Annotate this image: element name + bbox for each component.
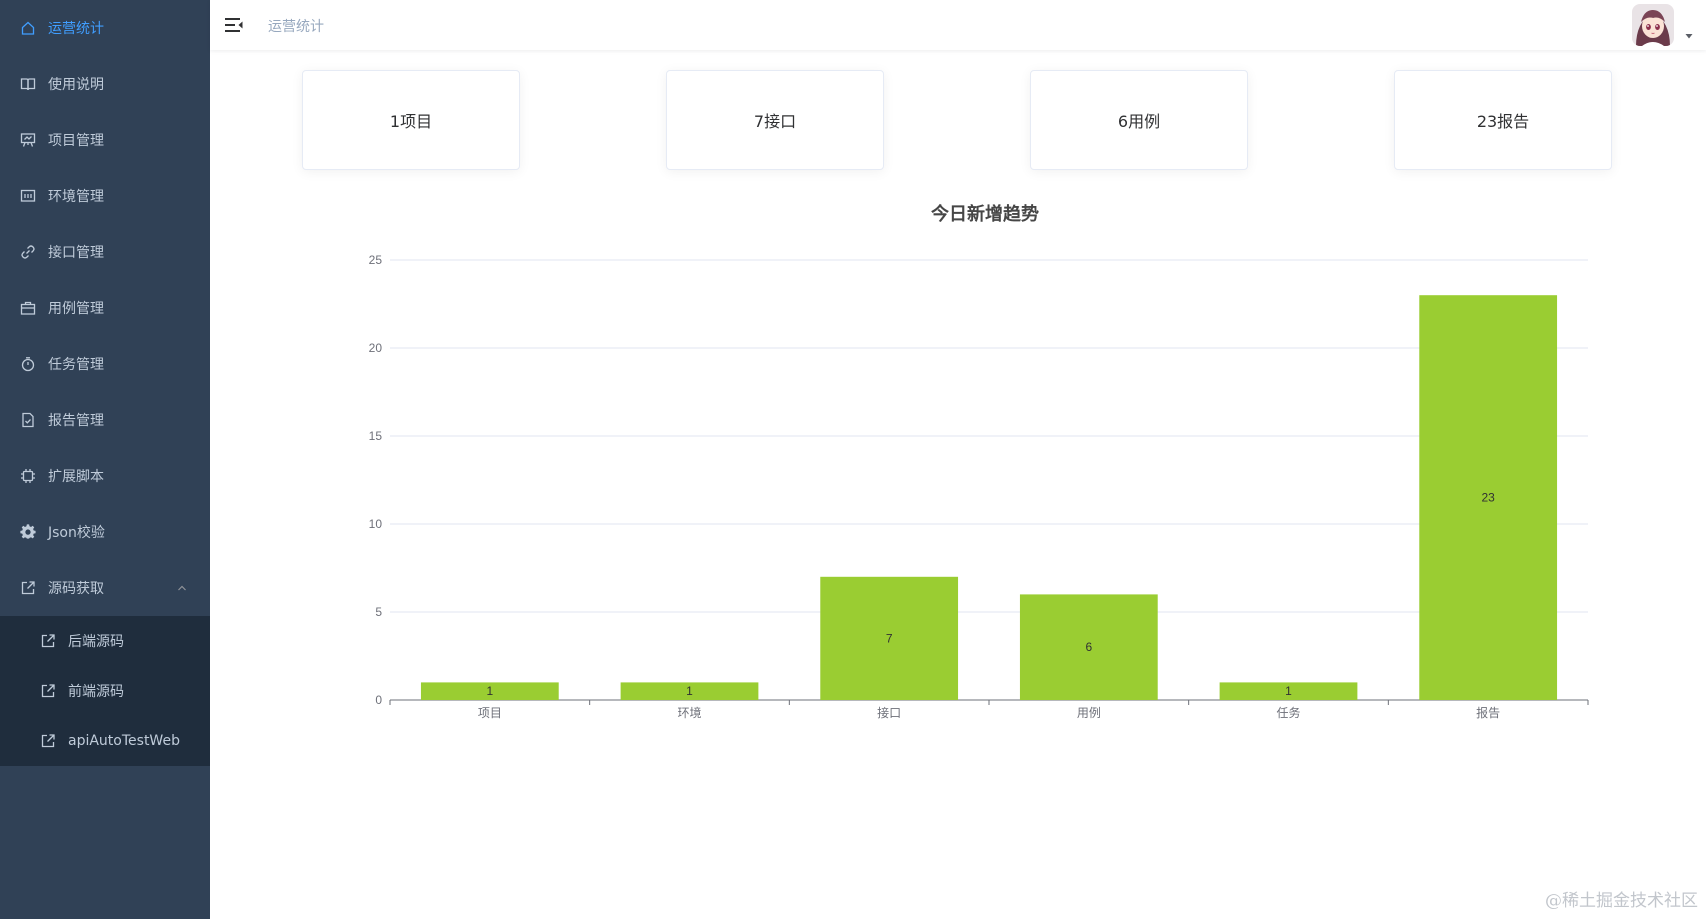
sidebar-item-label: 接口管理 <box>48 245 104 261</box>
bar-data-label: 1 <box>1285 684 1292 698</box>
watermark: @稀土掘金技术社区 <box>1545 891 1698 911</box>
stat-card-projects: 1项目 <box>302 70 520 170</box>
bar-data-label: 1 <box>686 684 693 698</box>
x-tick-label: 报告 <box>1476 705 1500 720</box>
external-link-icon <box>40 633 56 649</box>
source-code-submenu: 后端源码 前端源码 apiAutoTestWeb <box>0 616 210 766</box>
stat-card-label: 6用例 <box>1117 112 1161 131</box>
submenu-item-label: 后端源码 <box>68 634 124 650</box>
stat-card-testcases: 6用例 <box>1030 70 1248 170</box>
chevron-up-icon <box>178 585 186 591</box>
x-tick-label: 接口 <box>877 705 901 720</box>
timer-icon <box>20 356 36 372</box>
bar-chart-svg: 0 5 10 15 20 25 1 项目 1 环境 7 接口 6 用例 1 任务 23 报告 <box>369 253 1589 720</box>
sidebar-item-report-management[interactable]: 报告管理 <box>0 392 210 448</box>
y-tick-label: 0 <box>375 693 382 707</box>
sidebar-item-usage-guide[interactable]: 使用说明 <box>0 56 210 112</box>
stat-card-reports: 23报告 <box>1394 70 1612 170</box>
sidebar-item-label: 任务管理 <box>48 357 104 373</box>
bar-data-label: 23 <box>1481 491 1495 505</box>
y-tick-label: 20 <box>369 341 383 355</box>
y-tick-label: 10 <box>369 517 383 531</box>
sidebar-item-label: 使用说明 <box>48 77 104 93</box>
avatar <box>1632 4 1674 46</box>
link-icon <box>20 244 36 260</box>
book-icon <box>20 76 36 92</box>
home-icon <box>20 20 36 36</box>
sidebar-item-extension-scripts[interactable]: 扩展脚本 <box>0 448 210 504</box>
external-link-icon <box>40 683 56 699</box>
submenu-item-apiautotestweb[interactable]: apiAutoTestWeb <box>0 716 210 766</box>
breadcrumb[interactable]: 运营统计 <box>268 16 324 36</box>
sidebar-item-label: 用例管理 <box>48 301 104 317</box>
chip-icon <box>20 468 36 484</box>
sidebar-item-project-management[interactable]: 项目管理 <box>0 112 210 168</box>
x-tick-label: 项目 <box>478 706 502 720</box>
submenu-item-backend-source[interactable]: 后端源码 <box>0 616 210 666</box>
submenu-item-label: apiAutoTestWeb <box>68 733 180 749</box>
document-check-icon <box>20 412 36 428</box>
stat-card-label: 1项目 <box>389 112 433 131</box>
menu-fold-icon[interactable] <box>224 15 244 35</box>
caret-down-icon <box>1685 34 1693 39</box>
stat-card-label: 7接口 <box>753 112 797 131</box>
submenu-item-frontend-source[interactable]: 前端源码 <box>0 666 210 716</box>
submenu-item-label: 前端源码 <box>68 684 124 700</box>
navbar: 运营统计 <box>210 0 1706 50</box>
briefcase-icon <box>20 300 36 316</box>
bar-data-label: 7 <box>886 631 893 645</box>
sidebar-item-source-code[interactable]: 源码获取 <box>0 560 210 616</box>
x-tick-label: 任务 <box>1276 705 1300 720</box>
x-tick-label: 用例 <box>1077 706 1101 720</box>
sidebar-item-operation-stats[interactable]: 运营统计 <box>0 0 210 56</box>
sidebar-item-environment-management[interactable]: 环境管理 <box>0 168 210 224</box>
sidebar-item-testcase-management[interactable]: 用例管理 <box>0 280 210 336</box>
stat-card-label: 23报告 <box>1476 112 1530 131</box>
monitor-icon <box>20 188 36 204</box>
sidebar-item-task-management[interactable]: 任务管理 <box>0 336 210 392</box>
stat-card-apis: 7接口 <box>666 70 884 170</box>
external-link-icon <box>20 580 36 596</box>
bar-data-label: 1 <box>486 684 493 698</box>
y-tick-label: 5 <box>375 605 382 619</box>
external-link-icon <box>40 733 56 749</box>
sidebar-item-label: 源码获取 <box>48 581 104 597</box>
sidebar-item-label: Json校验 <box>48 525 105 541</box>
x-tick-label: 环境 <box>677 705 701 720</box>
sidebar-item-label: 报告管理 <box>48 413 104 429</box>
sidebar-item-json-validation[interactable]: Json校验 <box>0 504 210 560</box>
sidebar-item-label: 环境管理 <box>48 189 104 205</box>
sidebar-item-label: 扩展脚本 <box>48 469 104 485</box>
y-tick-label: 15 <box>369 429 383 443</box>
trend-chart: 今日新增趋势 0 5 10 15 20 25 1 项目 1 环境 7 接口 6 用例 1 任务 23 报告 <box>330 190 1630 730</box>
user-dropdown[interactable] <box>1632 4 1696 46</box>
bar-data-label: 6 <box>1085 640 1092 654</box>
sidebar-item-label: 运营统计 <box>48 21 104 37</box>
presentation-icon <box>20 132 36 148</box>
sidebar-item-api-management[interactable]: 接口管理 <box>0 224 210 280</box>
sidebar-item-label: 项目管理 <box>48 133 104 149</box>
gear-icon <box>20 524 36 540</box>
y-tick-label: 25 <box>369 253 383 267</box>
sidebar: 运营统计 使用说明 项目管理 环境管理 接口管理 用例管理 任务管理 报告管理 … <box>0 0 210 919</box>
